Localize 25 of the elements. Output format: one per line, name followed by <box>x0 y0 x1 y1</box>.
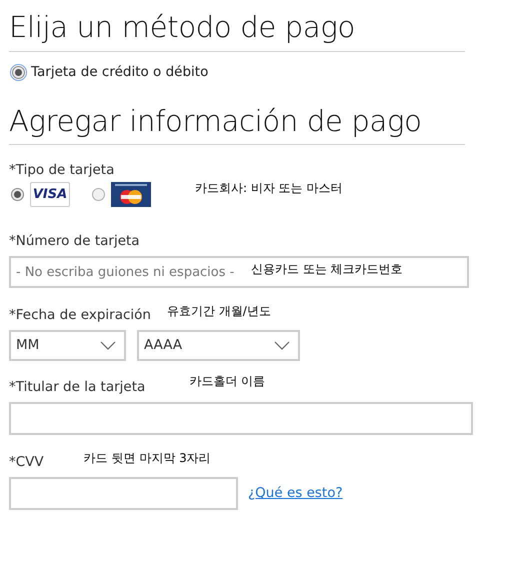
visa-logo: VISA <box>30 182 70 207</box>
year-select[interactable]: AAAA <box>137 330 300 361</box>
annotation-note: 카드홀더 이름 <box>189 373 266 389</box>
radio-button[interactable] <box>11 188 24 201</box>
section-heading: Agregar información de pago <box>9 103 423 140</box>
field-label: *Número de tarjeta <box>9 232 141 250</box>
annotation-note: 유효기간 개월/년도 <box>166 303 271 319</box>
radio-button[interactable] <box>92 188 105 201</box>
field-label: *Fecha de expiración <box>9 306 151 324</box>
month-select[interactable]: MM <box>9 330 126 361</box>
chevron-down-icon <box>100 341 116 350</box>
cardholder-field[interactable] <box>9 402 473 435</box>
annotation-note: 카드회사: 비자 또는 마스터 <box>195 180 342 197</box>
section-heading: Elija un método de pago <box>9 9 356 46</box>
field-label: *Titular de la tarjeta <box>9 378 146 396</box>
cvv-field[interactable] <box>9 477 238 510</box>
card-logo-icon <box>111 182 151 207</box>
annotation-note: 신용카드 또는 체크카드번호 <box>251 261 403 278</box>
field-label: *Tipo de tarjeta <box>9 161 116 179</box>
radio-button[interactable] <box>12 66 25 78</box>
chevron-down-icon <box>274 341 290 350</box>
help-link[interactable]: ¿Qué es esto? <box>248 483 343 504</box>
radio-label: Tarjeta de crédito o débito <box>31 62 208 82</box>
annotation-note: 카드 뒷면 마지막 3자리 <box>84 450 211 466</box>
field-label: *CVV <box>9 453 44 471</box>
